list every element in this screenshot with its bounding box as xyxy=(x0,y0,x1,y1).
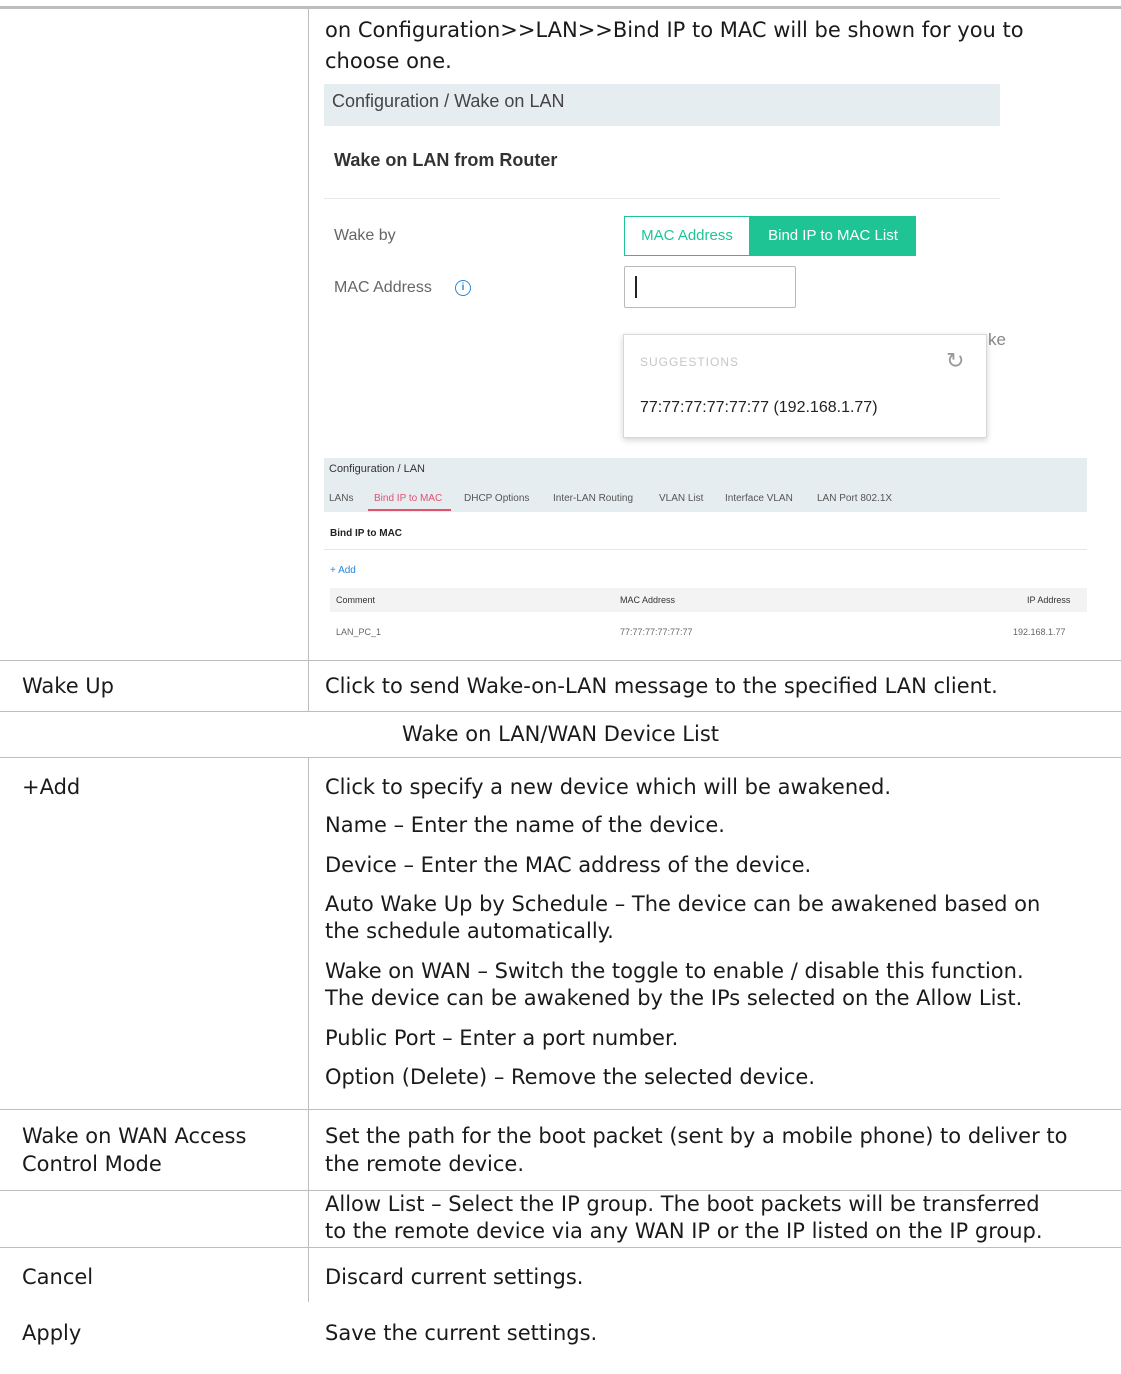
mac-address-label: MAC Address xyxy=(334,279,432,296)
lan-bind-ip-screenshot: Configuration / LAN LANs Bind IP to MAC … xyxy=(324,458,1087,654)
tab-bind-ip-to-mac[interactable]: Bind IP to MAC xyxy=(374,493,442,504)
tab-lan-port-8021x[interactable]: LAN Port 802.1X xyxy=(817,493,892,504)
table-header xyxy=(330,588,1087,612)
tab-dhcp-options[interactable]: DHCP Options xyxy=(464,493,529,504)
row-description: Option (Delete) – Remove the selected de… xyxy=(325,1065,816,1089)
column-divider xyxy=(308,1110,309,1190)
row-divider xyxy=(0,660,1121,661)
breadcrumb: Configuration / Wake on LAN xyxy=(324,84,1000,126)
row-label-apply: Apply xyxy=(22,1321,82,1345)
divider xyxy=(324,549,1087,550)
column-header-mac: MAC Address xyxy=(620,595,676,605)
column-divider xyxy=(308,661,309,711)
row-label-access-control: Control Mode xyxy=(22,1152,162,1176)
column-header-ip: IP Address xyxy=(1027,595,1071,605)
active-tab-underline xyxy=(368,509,451,511)
row-description: to the remote device via any WAN IP or t… xyxy=(325,1219,1043,1243)
section-title: Wake on LAN/WAN Device List xyxy=(401,722,720,746)
tab-interface-vlan[interactable]: Interface VLAN xyxy=(725,493,793,504)
column-divider xyxy=(308,1191,309,1247)
row-description: the remote device. xyxy=(325,1152,525,1176)
row-description: Public Port – Enter a port number. xyxy=(325,1026,679,1050)
row-divider xyxy=(0,711,1121,712)
row-description: The device can be awakened by the IPs se… xyxy=(325,986,1023,1010)
wake-on-lan-screenshot: Configuration / Wake on LAN Wake on LAN … xyxy=(324,84,1006,439)
column-divider xyxy=(308,1248,309,1302)
tab-vlan-list[interactable]: VLAN List xyxy=(659,493,703,504)
table-cell: 77:77:77:77:77:77 xyxy=(620,627,693,637)
wake-by-bind-ip-option[interactable]: Bind IP to MAC List xyxy=(750,216,916,256)
row-description: Wake on WAN – Switch the toggle to enabl… xyxy=(325,959,1024,983)
row-label-cancel: Cancel xyxy=(22,1265,94,1289)
row-description: Device – Enter the MAC address of the de… xyxy=(325,853,812,877)
row-description: Auto Wake Up by Schedule – The device ca… xyxy=(325,892,1041,916)
tab-lans[interactable]: LANs xyxy=(329,493,353,504)
note-text-fragment: ke xyxy=(988,330,1006,349)
info-icon[interactable]: i xyxy=(455,280,471,296)
wake-by-label: Wake by xyxy=(334,227,396,244)
suggestion-item[interactable]: 77:77:77:77:77:77 (192.168.1.77) xyxy=(640,399,878,417)
column-header-comment: Comment xyxy=(336,595,376,605)
add-button[interactable]: + Add xyxy=(330,565,356,576)
description-line: on Configuration>>LAN>>Bind IP to MAC wi… xyxy=(325,18,1024,42)
row-description: Set the path for the boot packet (sent b… xyxy=(325,1124,1068,1148)
row-divider xyxy=(0,757,1121,758)
row-label-add: +Add xyxy=(22,775,81,799)
suggestions-dropdown: SUGGESTIONS ↻ 77:77:77:77:77:77 (192.168… xyxy=(623,334,987,438)
row-description: Save the current settings. xyxy=(325,1321,598,1345)
column-divider xyxy=(308,9,309,660)
row-description: Allow List – Select the IP group. The bo… xyxy=(325,1192,1040,1216)
row-description: Discard current settings. xyxy=(325,1265,584,1289)
row-description: Click to specify a new device which will… xyxy=(325,775,892,799)
text-caret xyxy=(635,276,637,298)
row-divider xyxy=(0,1247,1121,1248)
refresh-icon[interactable]: ↻ xyxy=(946,349,964,374)
column-divider xyxy=(308,758,309,1109)
table-cell: LAN_PC_1 xyxy=(336,627,382,637)
description-line: choose one. xyxy=(325,49,452,73)
row-description: Click to send Wake-on-LAN message to the… xyxy=(325,674,998,698)
row-description: Name – Enter the name of the device. xyxy=(325,813,725,837)
breadcrumb: Configuration / LAN xyxy=(329,463,425,475)
suggestions-header: SUGGESTIONS xyxy=(640,355,740,369)
tab-inter-lan-routing[interactable]: Inter-LAN Routing xyxy=(553,493,633,504)
row-label-access-control: Wake on WAN Access xyxy=(22,1124,247,1148)
row-description: the schedule automatically. xyxy=(325,919,614,943)
divider xyxy=(324,198,1000,199)
wake-by-mac-address-option[interactable]: MAC Address xyxy=(624,216,750,256)
row-divider xyxy=(0,1109,1121,1110)
row-label-wake-up: Wake Up xyxy=(22,674,114,698)
section-heading: Wake on LAN from Router xyxy=(334,150,558,170)
section-heading: Bind IP to MAC xyxy=(330,528,403,539)
table-cell: 192.168.1.77 xyxy=(1013,627,1066,637)
mac-address-input[interactable] xyxy=(624,266,796,308)
table-top-border xyxy=(0,6,1121,9)
